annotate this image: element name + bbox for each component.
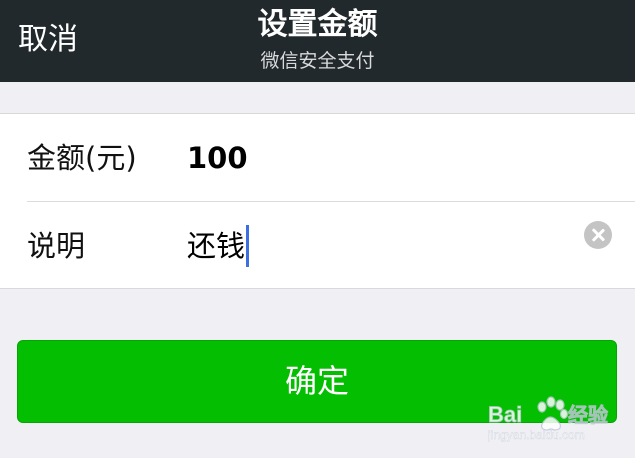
clear-circle-icon[interactable] — [584, 221, 612, 249]
amount-label: 金额(元) — [27, 141, 137, 175]
baidu-watermark: Bai 经验 jingyan.baidu.com — [487, 392, 628, 442]
amount-input[interactable]: 100 — [187, 138, 248, 178]
note-input[interactable]: 还钱 — [187, 224, 250, 268]
pay-amount-screen: 取消 设置金额 微信安全支付 金额(元) 100 说明 还钱 确定 Bai 经验… — [0, 0, 635, 458]
watermark-brand-a: Bai — [488, 402, 522, 427]
navigation-bar: 取消 设置金额 微信安全支付 — [0, 0, 635, 82]
watermark-brand-b: 经验 — [568, 403, 608, 427]
note-input-text: 还钱 — [187, 229, 246, 263]
page-title: 设置金额 — [257, 7, 378, 42]
baidu-paw-icon: Bai 经验 jingyan.baidu.com — [487, 396, 608, 442]
amount-form: 金额(元) 100 说明 还钱 — [0, 113, 635, 289]
note-label: 说明 — [27, 229, 86, 263]
page-subtitle: 微信安全支付 — [260, 50, 375, 72]
amount-row[interactable]: 金额(元) 100 — [0, 114, 635, 201]
note-row[interactable]: 说明 还钱 — [0, 202, 635, 289]
text-caret — [246, 225, 250, 267]
watermark-url: jingyan.baidu.com — [488, 428, 585, 442]
